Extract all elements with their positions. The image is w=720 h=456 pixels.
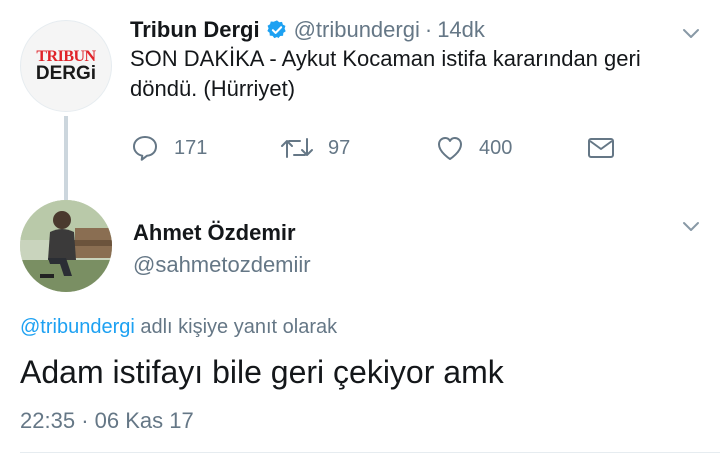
like-button[interactable]: 400 [435,132,512,164]
tweet1-author-handle[interactable]: @tribundergi [294,17,420,43]
thread-connector-line [64,116,68,200]
retweet-icon [281,138,313,158]
tweet1-header: Tribun Dergi @tribundergi · 14dk [130,14,485,46]
reply-icon [133,136,157,161]
tweet1-timestamp[interactable]: 14dk [437,17,485,43]
tweet1-author-name[interactable]: Tribun Dergi [130,17,260,43]
tweet2-date: 06 Kas 17 [94,408,194,433]
tweet1-text: SON DAKİKA - Aykut Kocaman istifa kararı… [130,46,641,101]
tribun-dergi-avatar[interactable]: TRIBUN DERGi [20,20,112,112]
like-count: 400 [479,136,513,159]
divider [20,452,720,453]
reply-to-handle-link[interactable]: @tribundergi [20,316,135,338]
tweet1-separator: · [424,17,433,42]
reply-count: 171 [174,136,208,159]
tweet2-text: Adam istifayı bile geri çekiyor amk [20,354,504,390]
tweet2-timestamp[interactable]: 22:35 · 06 Kas 17 [20,408,194,434]
verified-badge-icon [266,19,288,41]
reply-button[interactable]: 171 [130,132,207,164]
tweet2-time: 22:35 [20,408,76,433]
ahmet-ozdemir-avatar[interactable] [20,200,112,292]
reply-context: @tribundergi adlı kişiye yanıt olarak [20,316,337,339]
chevron-down-icon[interactable] [680,22,702,44]
retweet-count: 97 [328,136,351,159]
retweet-button[interactable]: 97 [280,132,350,164]
avatar-logo-bottom: DERGi [35,63,97,84]
envelope-icon [588,138,614,158]
tweet2-separator: · [81,408,89,433]
tweet2-author-handle[interactable]: @sahmetozdemiir [133,252,311,278]
heart-icon [438,137,462,160]
reply-to-suffix: adlı kişiye yanıt olarak [134,316,338,338]
tweet1-actions: 171 97 400 [130,132,630,164]
tweet2-author-name[interactable]: Ahmet Özdemir [133,220,296,246]
direct-message-button[interactable] [586,132,630,164]
chevron-down-icon[interactable] [680,215,702,237]
